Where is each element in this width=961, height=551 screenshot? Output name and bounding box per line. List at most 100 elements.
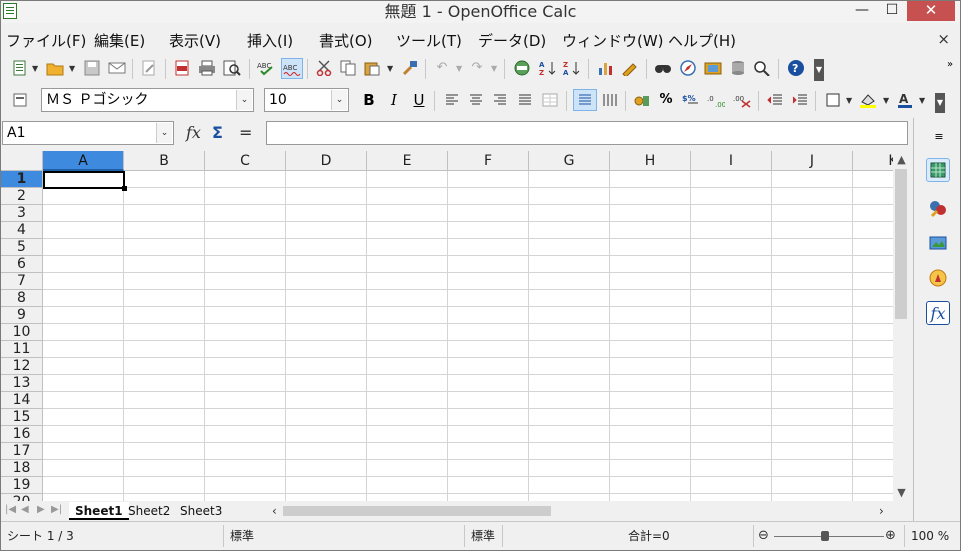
navigator-sidebar-icon[interactable] bbox=[926, 266, 950, 290]
zoom-icon[interactable] bbox=[753, 59, 771, 77]
row-header-3[interactable]: 3 bbox=[1, 205, 43, 222]
previous-sheet-icon[interactable]: ◀ bbox=[21, 504, 29, 515]
font-name-combobox[interactable]: ＭＳ Ｐゴシック ⌄ bbox=[41, 88, 254, 112]
undo-dropdown-icon[interactable]: ▼ bbox=[456, 64, 462, 73]
menu-help[interactable]: ヘルプ(H) bbox=[668, 31, 736, 51]
styles-formatting-icon[interactable] bbox=[11, 91, 29, 109]
justify-icon[interactable] bbox=[516, 91, 534, 109]
help-icon[interactable]: ? bbox=[787, 59, 805, 77]
next-sheet-icon[interactable]: ▶ bbox=[37, 504, 45, 515]
row-header-2[interactable]: 2 bbox=[1, 188, 43, 205]
row-header-5[interactable]: 5 bbox=[1, 239, 43, 256]
row-header-19[interactable]: 19 bbox=[1, 477, 43, 494]
row-header-18[interactable]: 18 bbox=[1, 460, 43, 477]
merge-cells-icon[interactable] bbox=[541, 91, 559, 109]
data-sources-icon[interactable] bbox=[729, 59, 747, 77]
close-document-icon[interactable]: × bbox=[937, 30, 950, 48]
active-cell-cursor[interactable] bbox=[43, 171, 127, 191]
italic-button[interactable]: I bbox=[385, 91, 403, 109]
menu-data[interactable]: データ(D) bbox=[478, 31, 546, 51]
paste-dropdown-icon[interactable]: ▼ bbox=[387, 64, 393, 73]
horizontal-scrollbar[interactable] bbox=[283, 504, 887, 518]
align-right-icon[interactable] bbox=[491, 91, 509, 109]
menu-insert[interactable]: 挿入(I) bbox=[247, 31, 293, 51]
zoom-slider-knob[interactable] bbox=[821, 531, 829, 541]
row-header-13[interactable]: 13 bbox=[1, 375, 43, 392]
vertical-scroll-thumb[interactable] bbox=[895, 169, 907, 319]
standard-format-icon[interactable]: $% bbox=[682, 91, 700, 109]
select-all-corner[interactable] bbox=[1, 151, 43, 171]
zoom-in-icon[interactable]: ⊕ bbox=[885, 528, 896, 543]
formula-input[interactable] bbox=[266, 121, 908, 145]
background-color-dropdown-icon[interactable]: ▼ bbox=[883, 96, 889, 105]
sheet-tab-sheet2[interactable]: Sheet2 bbox=[122, 502, 176, 520]
borders-icon[interactable] bbox=[824, 91, 842, 109]
find-replace-icon[interactable] bbox=[654, 59, 672, 77]
bold-button[interactable]: B bbox=[360, 91, 378, 109]
row-header-6[interactable]: 6 bbox=[1, 256, 43, 273]
email-icon[interactable] bbox=[108, 59, 126, 77]
copy-icon[interactable] bbox=[339, 59, 357, 77]
name-box-dropdown-icon[interactable]: ⌄ bbox=[156, 123, 172, 143]
row-header-12[interactable]: 12 bbox=[1, 358, 43, 375]
row-header-16[interactable]: 16 bbox=[1, 426, 43, 443]
insert-chart-icon[interactable] bbox=[597, 59, 615, 77]
formatting-options-icon[interactable]: ▼ bbox=[935, 93, 945, 113]
column-header-j[interactable]: J bbox=[772, 151, 853, 171]
decrease-indent-icon[interactable] bbox=[766, 91, 784, 109]
column-header-c[interactable]: C bbox=[205, 151, 286, 171]
minimize-button[interactable]: — bbox=[849, 1, 875, 21]
sum-display[interactable]: 合計=0 bbox=[628, 527, 670, 545]
percent-format-button[interactable]: % bbox=[657, 91, 675, 109]
menu-view[interactable]: 表示(V) bbox=[169, 31, 221, 51]
styles-and-formatting-icon[interactable] bbox=[926, 196, 950, 220]
toolbar-overflow-icon[interactable]: » bbox=[941, 56, 959, 74]
row-header-1[interactable]: 1 bbox=[1, 171, 43, 188]
column-header-h[interactable]: H bbox=[610, 151, 691, 171]
menu-tools[interactable]: ツール(T) bbox=[396, 31, 462, 51]
zoom-slider-track[interactable] bbox=[774, 536, 884, 537]
row-header-14[interactable]: 14 bbox=[1, 392, 43, 409]
row-header-9[interactable]: 9 bbox=[1, 307, 43, 324]
increase-indent-icon[interactable] bbox=[791, 91, 809, 109]
toolbar-options-icon[interactable]: ▼ bbox=[814, 59, 824, 81]
open-dropdown-icon[interactable]: ▼ bbox=[69, 64, 75, 73]
horizontal-scroll-thumb[interactable] bbox=[283, 506, 551, 516]
spellcheck-icon[interactable]: ABC bbox=[257, 59, 275, 77]
redo-icon[interactable]: ↷ bbox=[468, 59, 486, 77]
print-preview-icon[interactable] bbox=[223, 59, 241, 77]
add-decimal-icon[interactable]: .0.00 bbox=[707, 91, 725, 109]
name-box[interactable]: A1 ⌄ bbox=[2, 121, 174, 145]
scroll-right-icon[interactable]: › bbox=[879, 504, 884, 518]
menu-edit[interactable]: 編集(E) bbox=[94, 31, 145, 51]
open-folder-icon[interactable] bbox=[46, 59, 64, 77]
borders-dropdown-icon[interactable]: ▼ bbox=[846, 96, 852, 105]
maximize-button[interactable]: ☐ bbox=[879, 1, 905, 21]
font-name-dropdown-icon[interactable]: ⌄ bbox=[236, 90, 252, 110]
align-vertical-icon[interactable] bbox=[601, 91, 619, 109]
scroll-down-icon[interactable]: ▼ bbox=[893, 486, 910, 499]
new-dropdown-icon[interactable]: ▼ bbox=[32, 64, 38, 73]
column-header-k[interactable]: K bbox=[853, 151, 893, 171]
spreadsheet-grid[interactable]: ABCDEFGHIJK 1234567891011121314151617181… bbox=[1, 151, 893, 501]
functions-sidebar-icon[interactable]: fx bbox=[926, 301, 950, 325]
sheet-tab-sheet3[interactable]: Sheet3 bbox=[174, 502, 228, 520]
column-header-b[interactable]: B bbox=[124, 151, 205, 171]
font-size-dropdown-icon[interactable]: ⌄ bbox=[331, 90, 347, 110]
clone-formatting-icon[interactable] bbox=[401, 59, 419, 77]
save-icon[interactable] bbox=[83, 59, 101, 77]
print-icon[interactable] bbox=[198, 59, 216, 77]
sidebar-menu-icon[interactable]: ≡ bbox=[930, 128, 948, 146]
redo-dropdown-icon[interactable]: ▼ bbox=[491, 64, 497, 73]
new-document-icon[interactable] bbox=[11, 59, 29, 77]
zoom-level[interactable]: 100 % bbox=[911, 527, 949, 545]
export-pdf-icon[interactable] bbox=[173, 59, 191, 77]
column-header-i[interactable]: I bbox=[691, 151, 772, 171]
first-sheet-icon[interactable]: |◀ bbox=[5, 504, 16, 515]
scroll-left-icon[interactable]: ‹ bbox=[272, 504, 277, 518]
vertical-scrollbar[interactable]: ▲ ▼ bbox=[893, 151, 910, 501]
align-center-icon[interactable] bbox=[467, 91, 485, 109]
column-header-f[interactable]: F bbox=[448, 151, 529, 171]
row-header-15[interactable]: 15 bbox=[1, 409, 43, 426]
formula-button[interactable]: = bbox=[239, 123, 252, 142]
